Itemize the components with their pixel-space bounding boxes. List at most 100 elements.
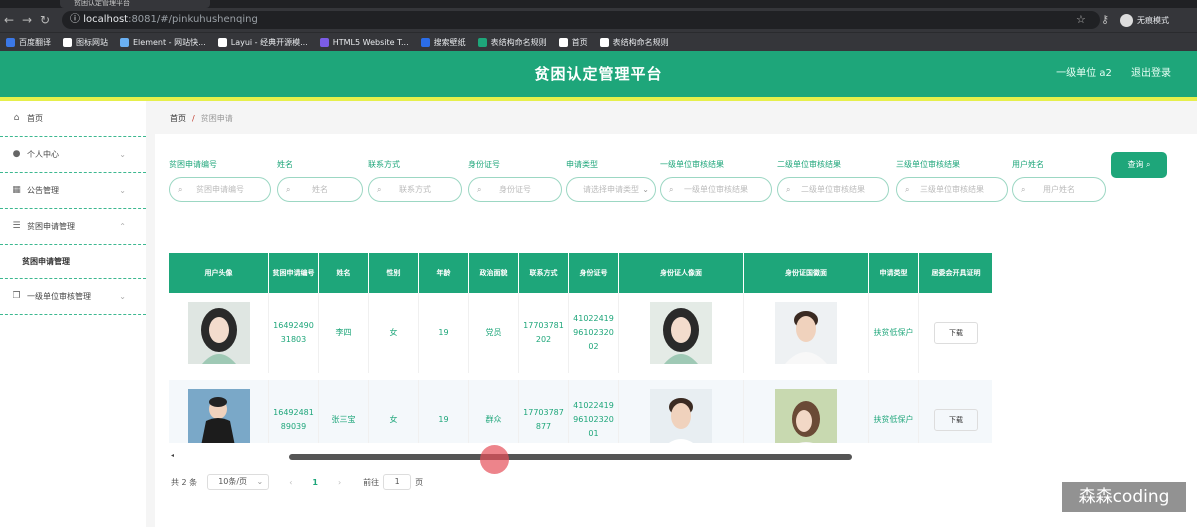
- filter-input[interactable]: ⌕ 贫困申请编号: [169, 177, 271, 202]
- prev-page-button[interactable]: ‹: [289, 478, 292, 487]
- browser-tab-strip: 贫困认定管理平台: [0, 0, 1197, 8]
- key-icon[interactable]: ⚷: [1101, 11, 1109, 29]
- filter-label: 用户姓名: [1012, 160, 1044, 169]
- logout-link[interactable]: 退出登录: [1131, 68, 1171, 79]
- id-card-front-image: [619, 293, 744, 373]
- chevron-down-icon: ⌄: [642, 185, 649, 194]
- user-icon: ●: [12, 149, 21, 159]
- certificate-cell: 下载: [919, 380, 992, 443]
- sidebar-item-home[interactable]: ⌂ 首页: [0, 101, 146, 137]
- table-row[interactable]: 1649249031803 李四女 19 党员 17703781202 410224199…: [169, 293, 992, 373]
- back-icon[interactable]: ←: [0, 8, 18, 32]
- grid-icon: ▦: [12, 185, 21, 195]
- goto-label: 前往: [363, 477, 380, 487]
- bookmark-icon: [558, 37, 568, 47]
- apply-type-select[interactable]: 请选择申请类型 ⌄: [566, 177, 656, 202]
- search-icon: ⌕: [377, 185, 382, 194]
- cell-name: 李四: [319, 293, 369, 373]
- address-bar[interactable]: ⓘ localhost:8081/#/pinkuhushenqing: [62, 11, 1100, 29]
- page-size-select[interactable]: 10条/页 ⌄: [207, 474, 270, 490]
- breadcrumb-current: 贫困申请: [200, 114, 233, 123]
- filter-label: 联系方式: [368, 160, 400, 169]
- next-page-button[interactable]: ›: [338, 478, 341, 487]
- incognito-profile[interactable]: 无痕模式: [1120, 12, 1169, 28]
- bookmark-item[interactable]: HTML5 Website T...: [319, 37, 409, 47]
- search-icon: ⌕: [286, 185, 291, 194]
- cell-age: 19: [419, 293, 469, 373]
- bookmark-item[interactable]: Element - 网站快...: [120, 37, 206, 48]
- cell-gender: 女: [369, 380, 419, 443]
- filter-placeholder: 姓名: [312, 185, 328, 194]
- cell-politics: 群众: [469, 380, 519, 443]
- breadcrumb-home[interactable]: 首页: [170, 114, 186, 123]
- cell-idcard: 410224199610232001: [569, 380, 619, 443]
- reload-icon[interactable]: ↻: [36, 8, 54, 32]
- bookmark-icon: [120, 37, 129, 47]
- bookmark-item[interactable]: 搜索壁纸: [420, 37, 466, 48]
- certificate-cell: 下载: [919, 293, 992, 373]
- cell-type: 扶贫低保户: [869, 293, 919, 373]
- table-row[interactable]: 1649248189039 张三宝女 19 群众 17703787877 41022419…: [169, 380, 992, 443]
- bookmark-item[interactable]: 首页: [558, 37, 588, 48]
- column-header: 申请类型: [869, 253, 919, 293]
- home-icon: ⌂: [13, 113, 20, 123]
- query-button[interactable]: 查询 ⌕: [1111, 152, 1167, 178]
- chevron-down-icon: ⌄: [119, 292, 126, 301]
- scroll-left-icon[interactable]: ◂: [171, 452, 174, 459]
- bookmark-item[interactable]: Layui - 经典开源模...: [217, 37, 308, 48]
- star-icon[interactable]: ☆: [1076, 11, 1086, 29]
- watermark: 森森coding: [1062, 482, 1186, 512]
- filter-input[interactable]: ⌕ 三级单位审核结果: [896, 177, 1008, 202]
- forward-icon[interactable]: →: [18, 8, 36, 32]
- cell-name: 张三宝: [319, 380, 369, 443]
- bookmark-item[interactable]: 百度翻译: [6, 37, 51, 48]
- search-icon: ⌕: [905, 185, 910, 194]
- page-number[interactable]: 1: [312, 478, 318, 487]
- copy-icon: ❐: [12, 291, 21, 301]
- cell-gender: 女: [369, 293, 419, 373]
- filter-label: 姓名: [277, 160, 293, 169]
- total-count: 共 2 条: [171, 477, 198, 487]
- id-card-back-image: [744, 380, 869, 443]
- table-header: 用户头像 贫困申请编号 姓名 性别 年龄 政治面貌 联系方式 身份证号 身份证人像面 身份证国徽面…: [169, 253, 992, 293]
- bookmark-icon: [599, 37, 609, 47]
- filter-input[interactable]: ⌕ 姓名: [277, 177, 363, 202]
- sidebar-item-personal-center[interactable]: ● 个人中心 ⌄: [0, 137, 146, 173]
- sidebar-item-notice-management[interactable]: ▦ 公告管理 ⌄: [0, 173, 146, 209]
- bookmark-item[interactable]: 图标网站: [63, 37, 108, 48]
- filter-input[interactable]: ⌕ 联系方式: [368, 177, 462, 202]
- filter-input[interactable]: ⌕ 一级单位审核结果: [660, 177, 772, 202]
- sidebar-subitem-poverty-application[interactable]: 贫困申请管理: [0, 245, 146, 279]
- filter-placeholder: 身份证号: [499, 185, 531, 194]
- filter-placeholder: 二级单位审核结果: [801, 185, 865, 194]
- filter-input[interactable]: ⌕ 身份证号: [468, 177, 562, 202]
- bookmark-item[interactable]: 表结构命名规则: [599, 37, 669, 48]
- filter-input[interactable]: ⌕ 用户姓名: [1012, 177, 1106, 202]
- bookmark-icon: [6, 37, 15, 47]
- filter-placeholder: 请选择申请类型: [583, 185, 639, 194]
- chevron-down-icon: ⌄: [119, 186, 126, 195]
- user-label: 一级单位 a2: [1056, 68, 1112, 79]
- bookmark-item[interactable]: 表结构命名规则: [477, 37, 547, 48]
- content-card: 贫困申请编号 ⌕ 贫困申请编号 姓名 ⌕ 姓名 联系方式 ⌕ 联系方式 身份证号 ⌕ 身份证号 申请类型…: [155, 134, 1197, 527]
- filter-label: 二级单位审核结果: [777, 160, 841, 169]
- download-button[interactable]: 下载: [934, 409, 978, 431]
- incognito-icon: [1120, 13, 1133, 27]
- column-header: 姓名: [319, 253, 369, 293]
- cell-phone: 17703781202: [519, 293, 569, 373]
- column-header: 性别: [369, 253, 419, 293]
- column-header: 用户头像: [169, 253, 269, 293]
- chevron-down-icon: ⌄: [119, 150, 126, 159]
- bookmark-icon: [63, 37, 72, 47]
- sidebar-item-poverty-application[interactable]: ☰ 贫困申请管理 ⌃: [0, 209, 146, 245]
- app-header: 贫困认定管理平台 一级单位 a2 退出登录: [0, 51, 1197, 97]
- goto-page-input[interactable]: 1: [383, 474, 412, 490]
- filter-label: 一级单位审核结果: [660, 160, 724, 169]
- browser-tab[interactable]: 贫困认定管理平台: [60, 0, 210, 8]
- filter-input[interactable]: ⌕ 二级单位审核结果: [777, 177, 889, 202]
- horizontal-scrollbar[interactable]: ◂: [169, 452, 992, 462]
- sidebar-item-level1-review[interactable]: ❐ 一级单位审核管理 ⌄: [0, 279, 146, 315]
- filter-placeholder: 一级单位审核结果: [684, 185, 748, 194]
- scrollbar-thumb[interactable]: [289, 454, 852, 460]
- download-button[interactable]: 下载: [934, 322, 978, 344]
